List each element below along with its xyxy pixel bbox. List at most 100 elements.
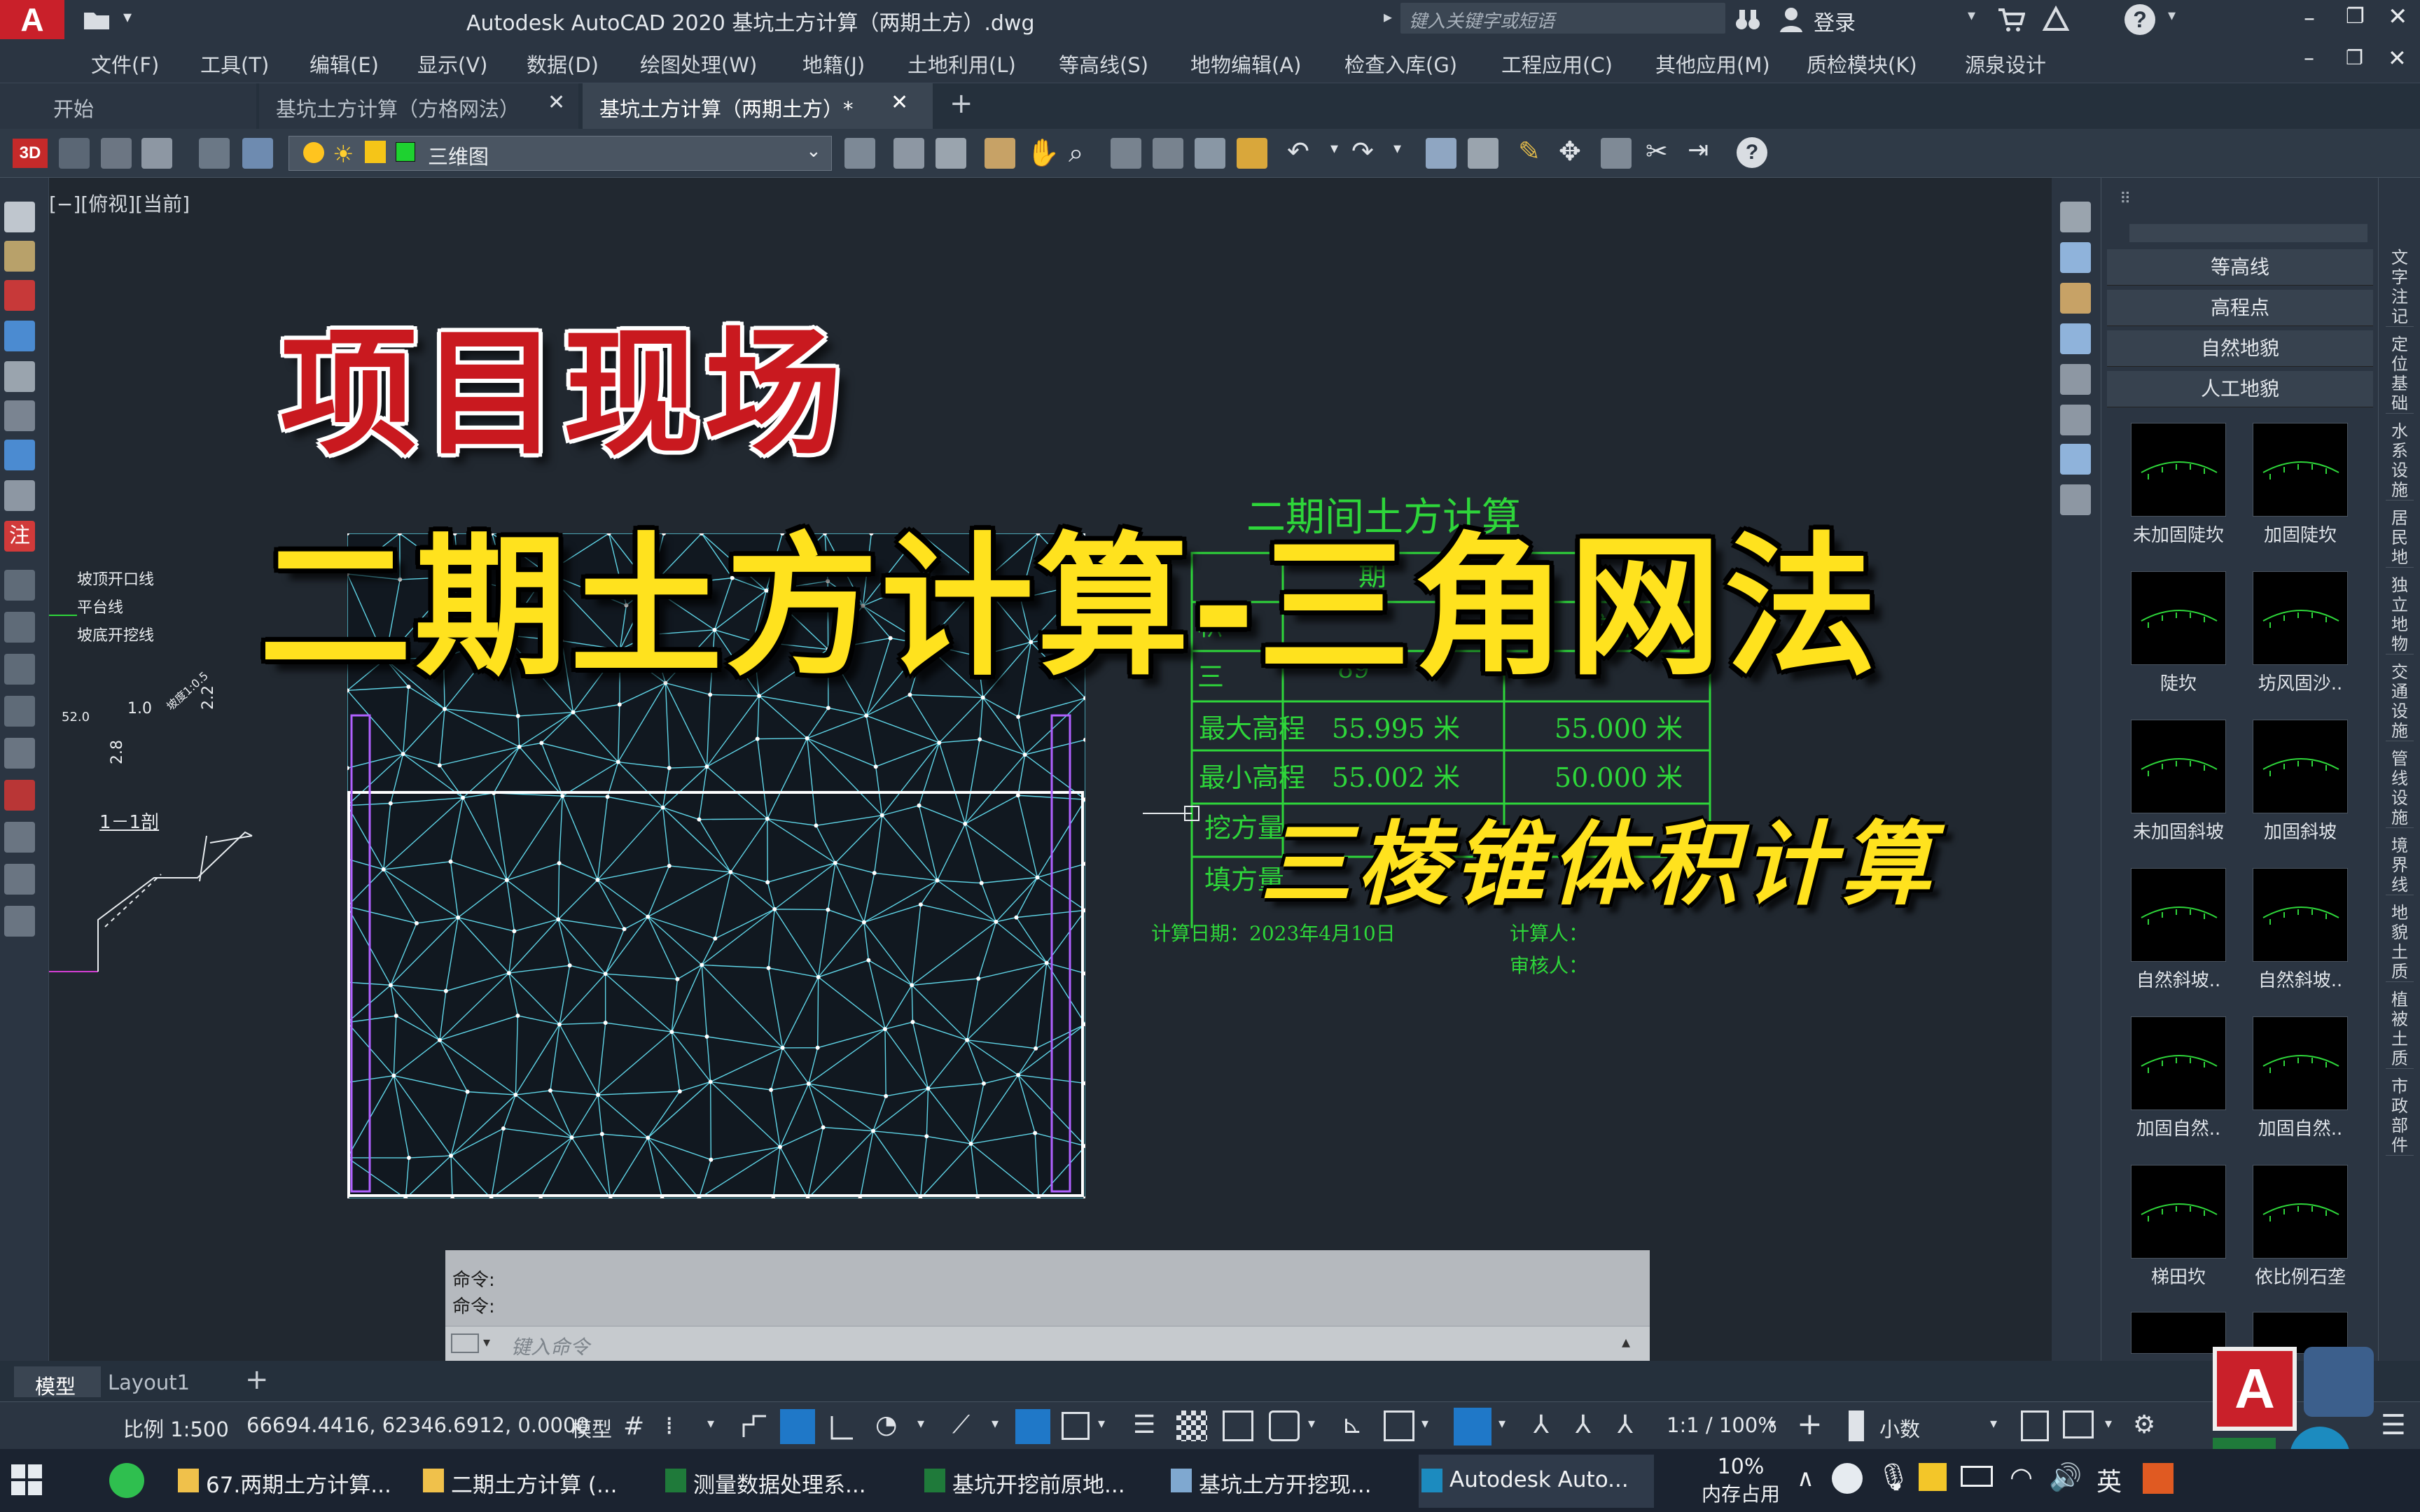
hatch-icon[interactable] bbox=[4, 654, 35, 685]
tray-app-icon[interactable] bbox=[1832, 1463, 1863, 1494]
palette-btn-contour[interactable]: 等高线 bbox=[2107, 249, 2373, 286]
pencil-icon[interactable]: ✎ bbox=[1518, 136, 1541, 167]
drawing-canvas[interactable]: [−][俯视][当前] 坡顶开口线 平台线 坡底开挖线 1.0 2.2 2.8 … bbox=[49, 178, 2052, 1361]
visual-style-icon[interactable] bbox=[141, 138, 172, 169]
design-center-icon[interactable] bbox=[1468, 138, 1498, 169]
lineweight-icon[interactable]: ☰ bbox=[1133, 1410, 1155, 1439]
tab-close-icon[interactable]: ✕ bbox=[891, 90, 908, 115]
scale-readout[interactable]: 比例 1:500 bbox=[123, 1413, 229, 1443]
palette-symbol-thumb[interactable] bbox=[2131, 1165, 2226, 1259]
annotation-scale-dropdown-icon[interactable]: ▾ bbox=[1769, 1415, 1776, 1432]
isodraft-dropdown-icon[interactable]: ▾ bbox=[992, 1415, 999, 1432]
wechat-icon[interactable] bbox=[109, 1463, 144, 1498]
snap-dropdown-icon[interactable]: ▾ bbox=[707, 1415, 714, 1432]
palette-side-tab[interactable]: 市政部件 bbox=[2386, 1077, 2414, 1156]
units-readout[interactable]: 小数 bbox=[1879, 1413, 1920, 1443]
hardware-accel-icon[interactable]: ⚙ bbox=[2133, 1410, 2155, 1439]
camera-view-icon[interactable] bbox=[2060, 444, 2091, 475]
menu-item[interactable]: 等高线(S) bbox=[1059, 49, 1148, 78]
ime-indicator[interactable]: 英 bbox=[2096, 1462, 2122, 1498]
menu-item[interactable]: 绘图处理(W) bbox=[640, 49, 757, 78]
undo-dropdown-icon[interactable]: ▾ bbox=[1330, 140, 1338, 158]
move-icon[interactable]: ✥ bbox=[1559, 136, 1581, 167]
palette-symbol-thumb[interactable] bbox=[2131, 571, 2226, 665]
zoom-previous-icon[interactable] bbox=[1195, 138, 1225, 169]
layer-properties-icon[interactable] bbox=[199, 138, 230, 169]
menu-item[interactable]: 源泉设计 bbox=[1965, 49, 2046, 78]
palette-side-tab[interactable]: 管线设施 bbox=[2386, 749, 2414, 828]
select-icon[interactable] bbox=[2060, 405, 2091, 435]
dynamic-input-icon[interactable] bbox=[780, 1409, 815, 1444]
palette-btn-elevation[interactable]: 高程点 bbox=[2107, 290, 2373, 326]
menu-item[interactable]: 工程应用(C) bbox=[1501, 49, 1613, 78]
snap-mode-icon[interactable]: ⁞ bbox=[665, 1412, 673, 1441]
binoculars-icon[interactable] bbox=[1734, 6, 1762, 34]
palette-symbol-thumb[interactable] bbox=[2131, 423, 2226, 517]
doc-restore-icon[interactable]: ❐ bbox=[2346, 46, 2363, 69]
palette-symbol-thumb[interactable] bbox=[2253, 571, 2348, 665]
cass-tool-icon[interactable] bbox=[4, 738, 35, 769]
add-layout-icon[interactable]: + bbox=[245, 1364, 269, 1396]
trim-scissors-icon[interactable]: ✂ bbox=[1646, 136, 1668, 167]
connect-icon[interactable] bbox=[2042, 5, 2070, 34]
layer-isolate-icon[interactable] bbox=[1237, 138, 1267, 169]
taskbar-item[interactable]: 基坑开挖前原地... bbox=[922, 1455, 1157, 1508]
terrain-icon[interactable] bbox=[4, 400, 35, 431]
camera-icon[interactable] bbox=[101, 138, 132, 169]
properties-icon[interactable] bbox=[1426, 138, 1456, 169]
tab-grid-method[interactable]: 基坑土方计算（方格网法） ✕ bbox=[259, 83, 578, 130]
palette-side-tab[interactable]: 居民地 bbox=[2386, 508, 2414, 568]
palette-symbol-thumb[interactable] bbox=[2131, 1016, 2226, 1110]
doc-close-icon[interactable]: ✕ bbox=[2388, 45, 2407, 71]
palette-symbol-thumb[interactable] bbox=[2253, 1016, 2348, 1110]
grid-toggle-icon[interactable]: # bbox=[623, 1412, 644, 1441]
palette-symbol-thumb[interactable] bbox=[2253, 1165, 2348, 1259]
3d-view-icon[interactable]: 3D bbox=[13, 139, 48, 168]
zoom-icon[interactable]: ⌕ bbox=[1069, 137, 1083, 169]
quick-access-dropdown-icon[interactable]: ▾ bbox=[123, 7, 132, 27]
palette-symbol-thumb[interactable] bbox=[2253, 868, 2348, 962]
volume-icon[interactable]: 🔊 bbox=[2049, 1462, 2082, 1493]
status-menu-icon[interactable]: ☰ bbox=[2381, 1409, 2406, 1441]
palette-symbol-thumb[interactable] bbox=[2253, 720, 2348, 813]
battery-icon[interactable] bbox=[1961, 1466, 1993, 1487]
command-input[interactable]: ▾ 键入命令 ▴ bbox=[445, 1326, 1650, 1361]
annotation-visibility-icon[interactable]: ⅄ bbox=[1534, 1410, 1549, 1439]
render-icon[interactable] bbox=[59, 138, 90, 169]
wifi-icon[interactable]: ◠ bbox=[2010, 1462, 2033, 1492]
taskbar-item[interactable]: 测量数据处理系... bbox=[662, 1455, 898, 1508]
palette-side-tab[interactable]: 植被土质 bbox=[2386, 990, 2414, 1069]
3d-osnap-icon[interactable] bbox=[1269, 1410, 1300, 1441]
help-dropdown-icon[interactable]: ▾ bbox=[2168, 7, 2176, 24]
palette-side-tab[interactable]: 定位基础 bbox=[2386, 335, 2414, 414]
layer-stack-icon[interactable] bbox=[2060, 202, 2091, 232]
image-icon[interactable] bbox=[4, 480, 35, 511]
taskbar-item[interactable]: 基坑土方开挖现... bbox=[1168, 1455, 1403, 1508]
palette-side-tab[interactable]: 地貌土质 bbox=[2386, 903, 2414, 982]
save-icon[interactable] bbox=[936, 138, 966, 169]
annotation-scale[interactable]: 1:1 / 100% bbox=[1667, 1413, 1777, 1437]
copy-icon[interactable] bbox=[1601, 138, 1632, 169]
palette-symbol-thumb[interactable] bbox=[2131, 720, 2226, 813]
infer-constraints-icon[interactable] bbox=[739, 1412, 770, 1443]
zoom-window-icon[interactable] bbox=[1111, 138, 1141, 169]
undo-icon[interactable]: ↶ bbox=[1287, 136, 1309, 167]
cart-icon[interactable] bbox=[1997, 6, 2026, 34]
pan-hand-icon[interactable]: ✋ bbox=[1027, 137, 1059, 169]
palette-side-tab[interactable]: 水系设施 bbox=[2386, 421, 2414, 500]
menu-item[interactable]: 地籍(J) bbox=[802, 49, 865, 78]
layer-tool-icon[interactable] bbox=[4, 780, 35, 811]
login-dropdown-icon[interactable]: ▾ bbox=[1968, 7, 1975, 24]
redo-dropdown-icon[interactable]: ▾ bbox=[1393, 140, 1401, 158]
windows-start-icon[interactable] bbox=[11, 1464, 42, 1495]
workspace-plus-icon[interactable]: + bbox=[1797, 1406, 1823, 1442]
menu-item[interactable]: 编辑(E) bbox=[310, 49, 379, 78]
isolate-dropdown-icon[interactable]: ▾ bbox=[2105, 1415, 2112, 1432]
polar-dropdown-icon[interactable]: ▾ bbox=[917, 1415, 924, 1432]
menu-item[interactable]: 土地利用(L) bbox=[908, 49, 1016, 78]
auto-scale-icon[interactable]: ⅄ bbox=[1576, 1410, 1591, 1439]
palette-side-tab[interactable]: 交通设施 bbox=[2386, 662, 2414, 741]
microphone-icon[interactable]: 🎙 bbox=[1877, 1462, 1910, 1493]
photo-icon[interactable] bbox=[4, 361, 35, 392]
block-icon[interactable] bbox=[2060, 242, 2091, 273]
